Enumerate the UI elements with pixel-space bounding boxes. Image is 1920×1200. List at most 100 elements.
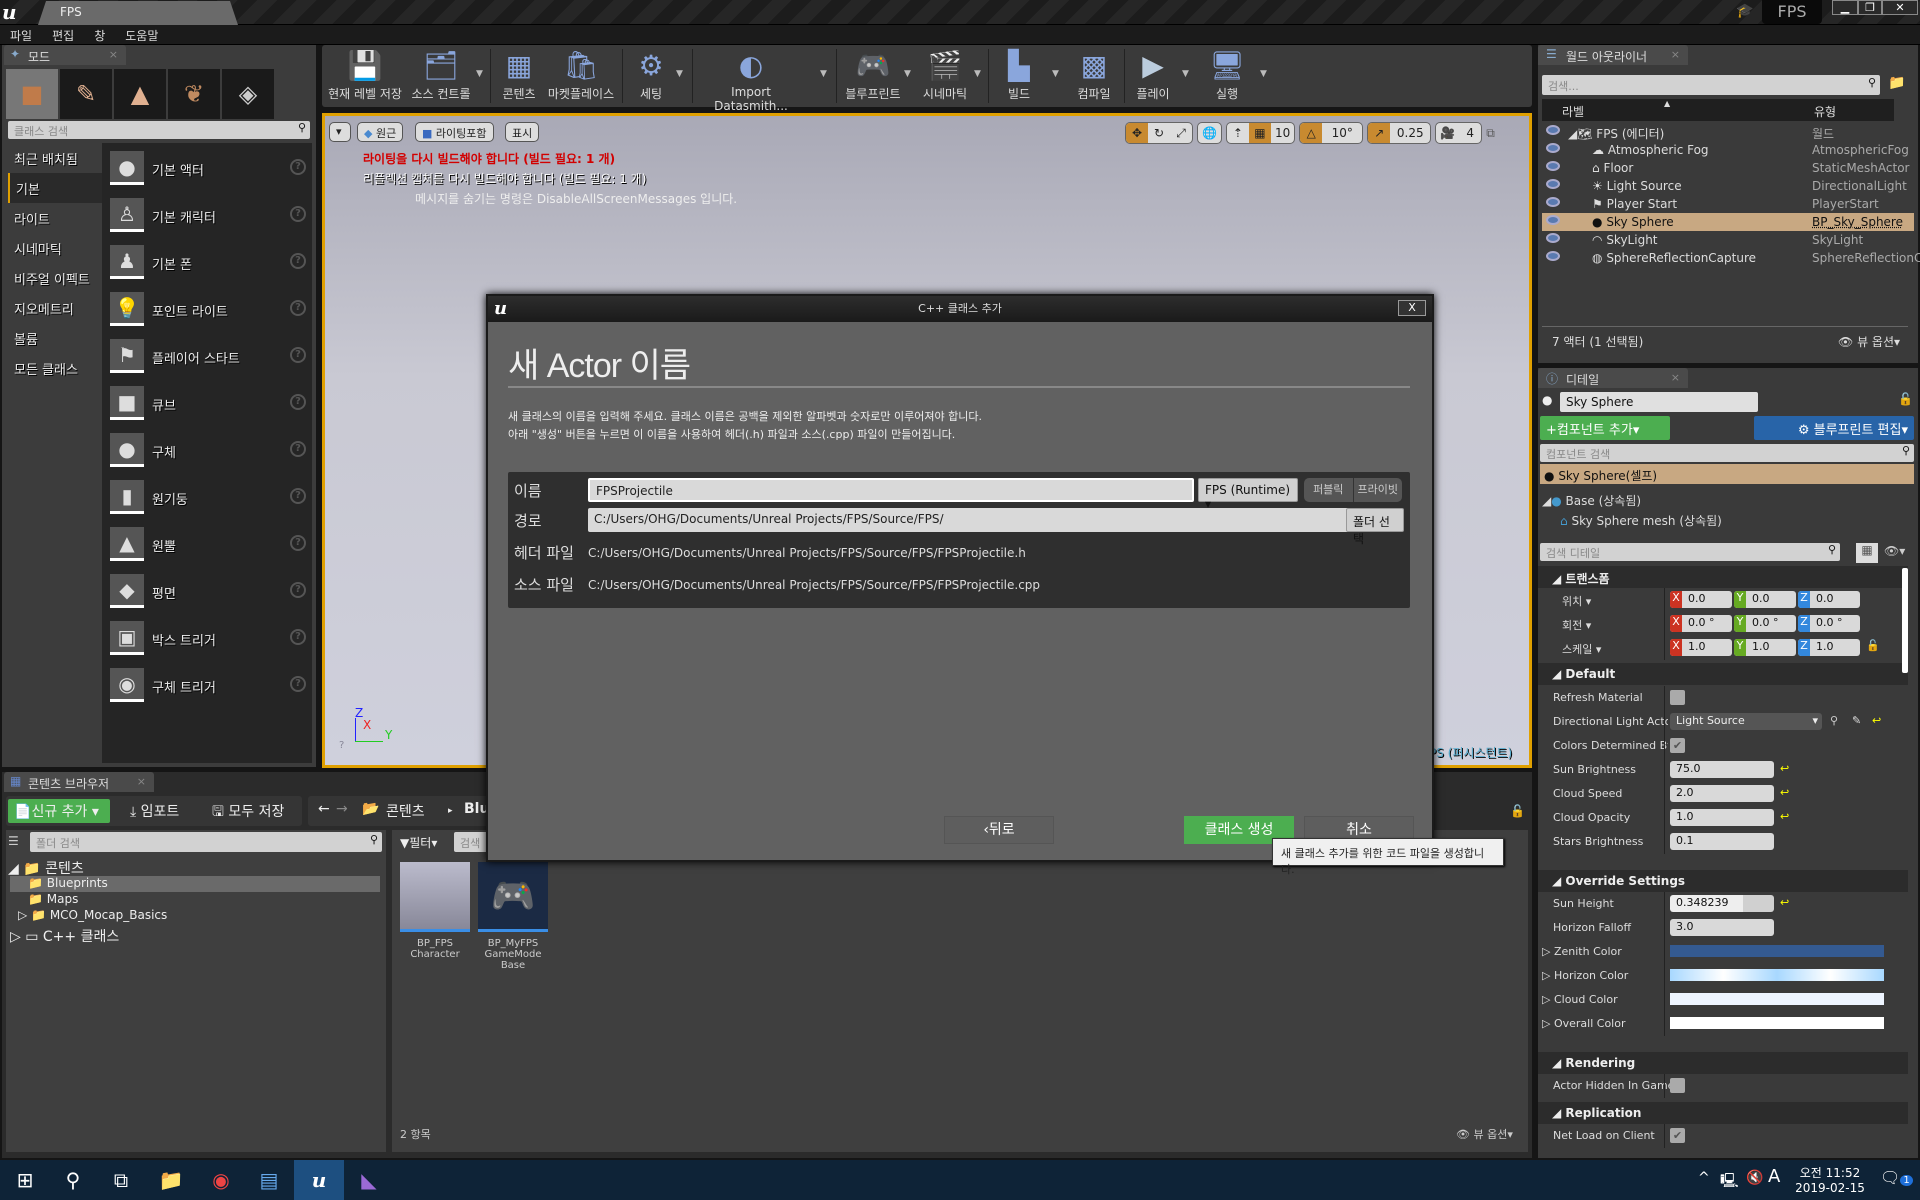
rotation-y-field[interactable]: Y 0.0 °: [1734, 615, 1796, 632]
maximize-viewport-icon[interactable]: ⧉: [1486, 122, 1495, 144]
outliner-row[interactable]: ⌂ Floor StaticMeshActor: [1542, 159, 1914, 177]
help-icon[interactable]: ?: [290, 394, 306, 410]
rotation-snap-icon[interactable]: △: [1300, 123, 1323, 143]
lit-button[interactable]: ■ 라이팅포함: [415, 122, 494, 142]
category-visual-effects[interactable]: 비주얼 이펙트: [8, 263, 102, 293]
reset-default-icon[interactable]: ↩: [1780, 810, 1789, 823]
clock[interactable]: 오전 11:52 2019-02-15: [1790, 1164, 1870, 1195]
property-label[interactable]: ▷ Cloud Color: [1542, 993, 1618, 1006]
component-self-row[interactable]: ● Sky Sphere(셀프): [1540, 464, 1914, 484]
search-icon[interactable]: ⚲: [48, 1160, 98, 1200]
help-icon[interactable]: ?: [290, 347, 306, 363]
section-rendering[interactable]: ◢ Rendering: [1538, 1052, 1908, 1074]
tree-node-content[interactable]: ◢ 📁 콘텐츠: [8, 858, 378, 877]
tree-node-blueprints[interactable]: 📁 Blueprints: [10, 876, 380, 892]
component-search-input[interactable]: 컴포넌트 검색 ⚲: [1540, 444, 1914, 462]
category-recent[interactable]: 최근 배치됨: [8, 143, 102, 173]
cinematics-button[interactable]: 🎬 시네마틱: [916, 47, 974, 105]
launch-button[interactable]: 🖥 실행: [1196, 47, 1258, 105]
place-item[interactable]: ■ 큐브?: [108, 384, 308, 426]
outliner-row[interactable]: ◢🗺 FPS (에디터) 월드: [1542, 123, 1914, 141]
scale-x-field[interactable]: X 1.0: [1670, 639, 1732, 656]
unreal-engine-taskbar-icon[interactable]: u: [294, 1160, 344, 1200]
tree-node-cpp[interactable]: ▷ ▭ C++ 클래스: [10, 926, 119, 945]
surface-snap-icon[interactable]: ⇡: [1227, 123, 1249, 143]
overall-color-swatch[interactable]: [1670, 1017, 1884, 1029]
place-item[interactable]: ♟ 기본 폰?: [108, 243, 308, 285]
show-hidden-icons[interactable]: ^: [1698, 1170, 1710, 1186]
import-datasmith-button[interactable]: ◐ Import Datasmith...: [696, 47, 806, 113]
location-y-field[interactable]: Y 0.0: [1734, 591, 1796, 608]
start-windows-icon[interactable]: ⊞: [0, 1160, 50, 1200]
actor-name-input[interactable]: Sky Sphere: [1560, 392, 1758, 412]
mode-foliage-button[interactable]: ❦: [168, 69, 220, 119]
grid-snap-value[interactable]: 10: [1271, 123, 1294, 143]
chevron-down-icon[interactable]: ▼: [820, 69, 827, 79]
mode-paint-button[interactable]: ✎: [60, 69, 112, 119]
tree-node-maps[interactable]: 📁 Maps: [28, 892, 78, 908]
location-z-field[interactable]: Z 0.0: [1798, 591, 1860, 608]
details-search-input[interactable]: 검색 디테일 ⚲: [1540, 543, 1840, 561]
tutorial-icon[interactable]: 🎓: [1736, 3, 1756, 21]
outliner-view-options-button[interactable]: 👁 뷰 옵션▾: [1838, 333, 1900, 350]
path-input[interactable]: C:/Users/OHG/Documents/Unreal Projects/F…: [588, 508, 1380, 532]
marketplace-button[interactable]: 🛍 마켓플레이스: [546, 47, 616, 105]
cloud-color-swatch[interactable]: [1670, 993, 1884, 1005]
actor-hidden-checkbox[interactable]: [1670, 1078, 1685, 1093]
public-button[interactable]: 퍼블릭: [1304, 478, 1354, 502]
column-label[interactable]: 라벨: [1562, 103, 1584, 120]
private-button[interactable]: 프라이빗: [1354, 478, 1403, 502]
horizon-color-swatch[interactable]: [1670, 969, 1884, 981]
place-item[interactable]: ▲ 원뿔?: [108, 525, 308, 567]
save-level-button[interactable]: 💾 현재 레벨 저장: [326, 47, 404, 105]
mode-landscape-button[interactable]: ▲: [114, 69, 166, 119]
outliner-row-selected[interactable]: ● Sky Sphere BP_Sky_Sphere: [1542, 213, 1914, 231]
module-dropdown[interactable]: FPS (Runtime) ▾: [1198, 478, 1298, 511]
scale-y-field[interactable]: Y 1.0: [1734, 639, 1796, 656]
close-tab-icon[interactable]: ×: [137, 775, 146, 788]
choose-folder-button[interactable]: 폴더 선택: [1346, 508, 1404, 546]
refresh-material-checkbox[interactable]: [1670, 690, 1685, 705]
filter-button[interactable]: ▼필터▾: [400, 834, 437, 851]
cloud-speed-field[interactable]: 2.0: [1670, 785, 1774, 802]
chevron-down-icon[interactable]: ▼: [974, 69, 981, 79]
category-geometry[interactable]: 지오메트리: [8, 293, 102, 323]
menu-edit[interactable]: 편집: [42, 25, 84, 44]
visual-studio-icon[interactable]: ◣: [344, 1160, 394, 1200]
outliner-row[interactable]: ◍ SphereReflectionCapture SphereReflectio…: [1542, 249, 1920, 267]
browse-search-icon[interactable]: ⚲: [1830, 714, 1838, 727]
close-button[interactable]: ✕: [1882, 0, 1918, 15]
place-item[interactable]: 💡 포인트 라이트?: [108, 290, 308, 332]
category-basic[interactable]: 기본: [8, 173, 102, 203]
menu-help[interactable]: 도움말: [115, 25, 168, 44]
place-item[interactable]: ▣ 박스 트리거?: [108, 619, 308, 661]
help-icon[interactable]: ?: [290, 488, 306, 504]
tree-node-mocap[interactable]: ▷ 📁 MCO_Mocap_Basics: [18, 908, 167, 924]
modes-tab[interactable]: ✦ 모드 ×: [4, 45, 126, 65]
chevron-down-icon[interactable]: ▼: [1260, 69, 1267, 79]
location-x-field[interactable]: X 0.0: [1670, 591, 1732, 608]
mode-place-button[interactable]: ■: [6, 69, 58, 119]
sun-height-slider[interactable]: 0.348239: [1670, 895, 1774, 912]
sun-brightness-field[interactable]: 75.0: [1670, 761, 1774, 778]
minimize-button[interactable]: ▁: [1832, 0, 1858, 15]
content-button[interactable]: ▦ 콘텐츠: [494, 47, 544, 105]
property-label[interactable]: 회전 ▾: [1562, 617, 1591, 633]
play-button[interactable]: ▶ 플레이: [1128, 47, 1178, 105]
chevron-down-icon[interactable]: ▼: [1052, 69, 1059, 79]
rotate-tool-icon[interactable]: ↻: [1148, 123, 1170, 143]
property-label[interactable]: ▷ Horizon Color: [1542, 969, 1628, 982]
reset-default-icon[interactable]: ↩: [1780, 896, 1789, 909]
content-browser-tab[interactable]: ▦ 콘텐츠 브라우저 ×: [4, 772, 154, 792]
help-icon[interactable]: ?: [290, 676, 306, 692]
add-new-button[interactable]: 📄신규 추가 ▾: [8, 799, 110, 823]
settings-button[interactable]: ⚙ 세팅: [626, 47, 676, 105]
place-item[interactable]: ◉ 구체 트리거?: [108, 666, 308, 708]
notifications-icon[interactable]: 🗨 1: [1880, 1168, 1913, 1187]
view-options-button[interactable]: 👁 뷰 옵션▾: [1456, 1126, 1513, 1142]
property-label[interactable]: 위치 ▾: [1562, 593, 1591, 609]
eye-icon[interactable]: 👁▾: [1884, 544, 1905, 558]
menu-file[interactable]: 파일: [0, 25, 42, 44]
forward-arrow-icon[interactable]: →: [330, 799, 354, 823]
help-icon[interactable]: ?: [290, 629, 306, 645]
